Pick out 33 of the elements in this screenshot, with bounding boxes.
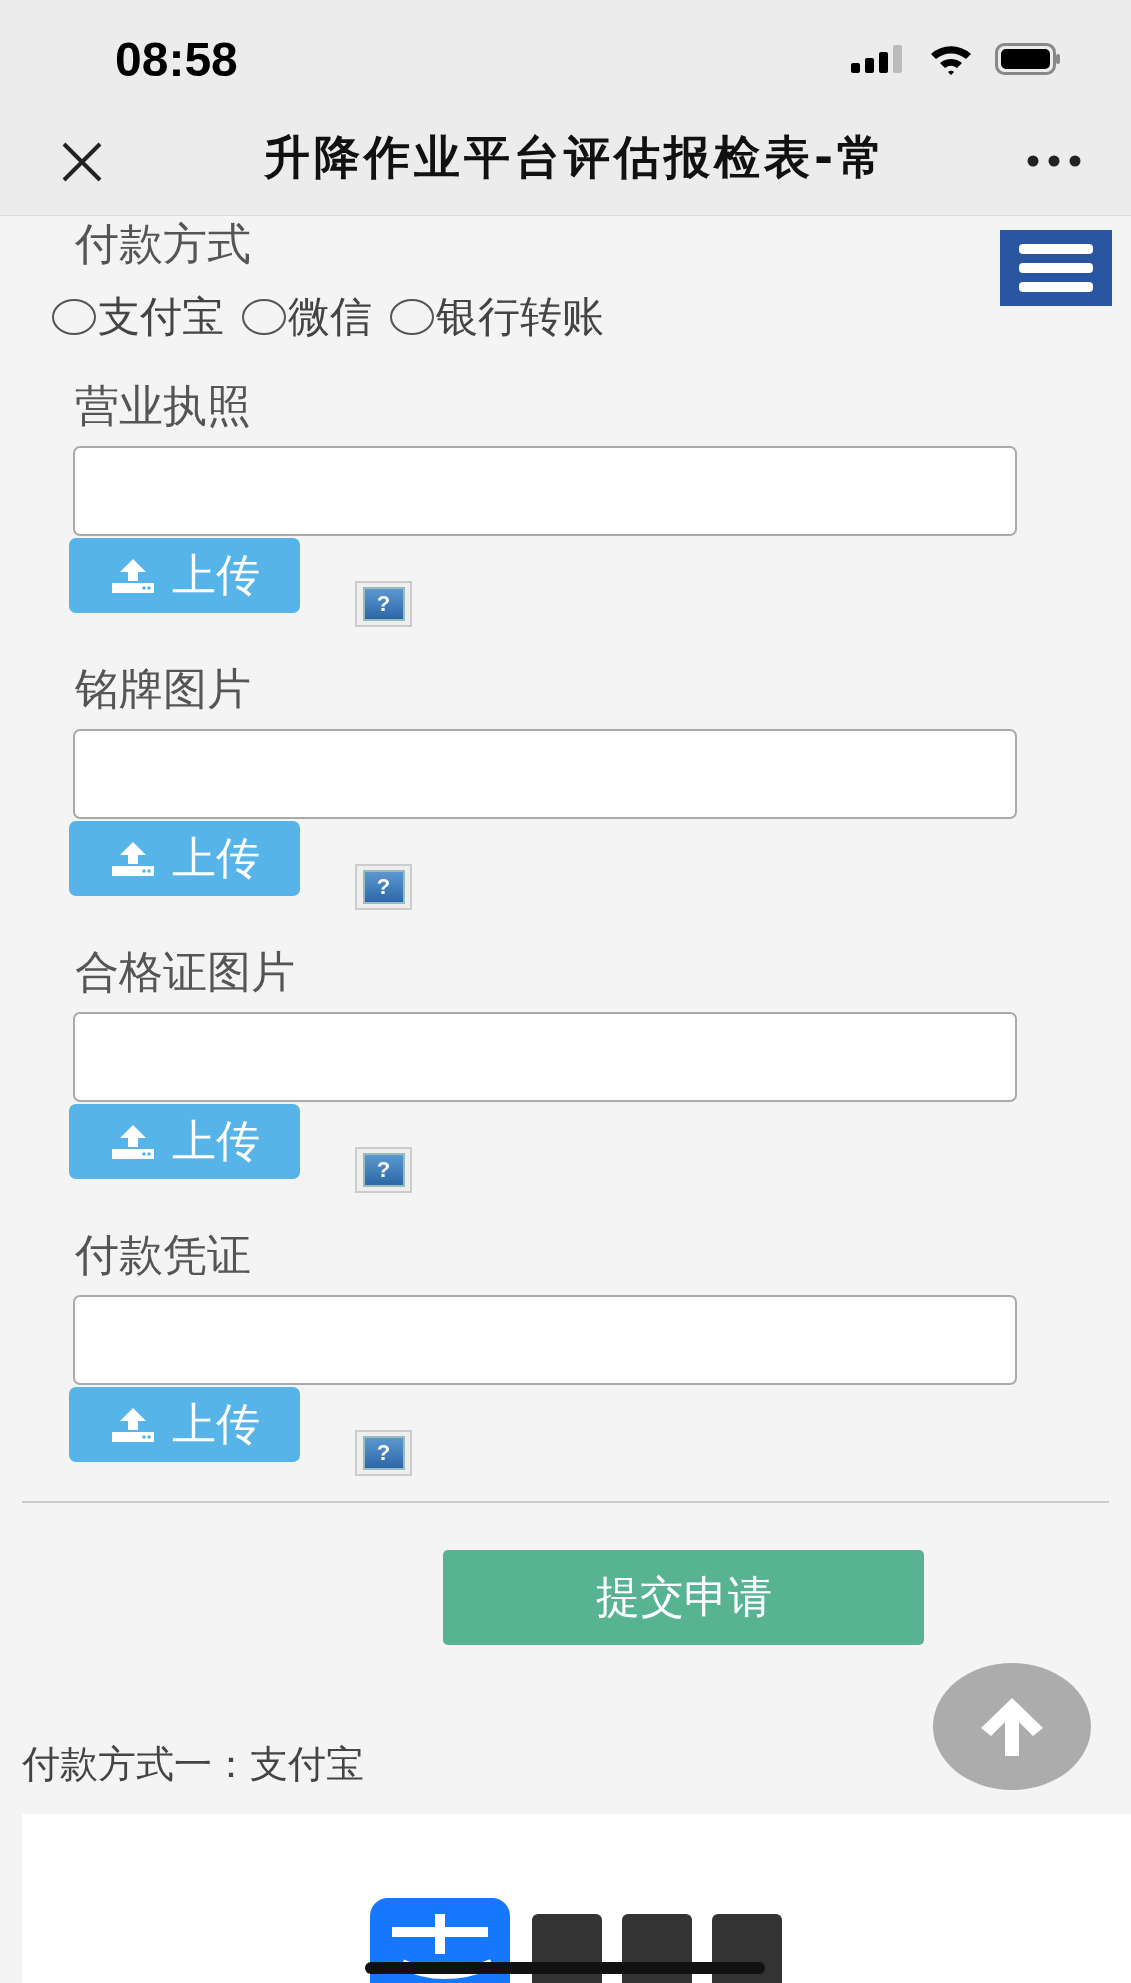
field-label: 营业执照 [75, 379, 251, 433]
field-label: 合格证图片 [75, 945, 295, 999]
field-label: 铭牌图片 [75, 662, 251, 716]
input-field[interactable] [73, 1295, 1017, 1385]
radio-option[interactable]: 支付宝 [52, 290, 224, 344]
upload-button[interactable]: 上传 [69, 538, 300, 613]
radio-option[interactable]: 微信 [242, 290, 372, 344]
upload-icon [109, 1407, 156, 1442]
field-label: 付款凭证 [75, 1228, 251, 1282]
menu-button[interactable] [1000, 230, 1112, 306]
upload-button[interactable]: 上传 [69, 1104, 300, 1179]
help-button[interactable]: ? [355, 864, 412, 910]
submit-button[interactable]: 提交申请 [443, 1550, 924, 1645]
input-field[interactable] [73, 1012, 1017, 1102]
field-label: 付款方式 [75, 217, 251, 271]
more-icon[interactable] [1027, 155, 1081, 167]
upload-icon [109, 841, 156, 876]
upload-icon [109, 558, 156, 593]
help-button[interactable]: ? [355, 581, 412, 627]
input-field[interactable] [73, 729, 1017, 819]
close-icon[interactable] [60, 140, 104, 184]
upload-button[interactable]: 上传 [69, 821, 300, 896]
page-title: 升降作业平台评估报检表-常 [263, 128, 888, 186]
payment-note: 付款方式一：支付宝 [22, 1741, 365, 1788]
wifi-icon [929, 43, 973, 75]
input-field[interactable] [73, 446, 1017, 536]
upload-icon [109, 1124, 156, 1159]
help-button[interactable]: ? [355, 1430, 412, 1476]
radio-option[interactable]: 银行转账 [390, 290, 604, 344]
upload-button[interactable]: 上传 [69, 1387, 300, 1462]
status-time: 08:58 [115, 31, 238, 87]
help-button[interactable]: ? [355, 1147, 412, 1193]
battery-icon [995, 43, 1061, 75]
